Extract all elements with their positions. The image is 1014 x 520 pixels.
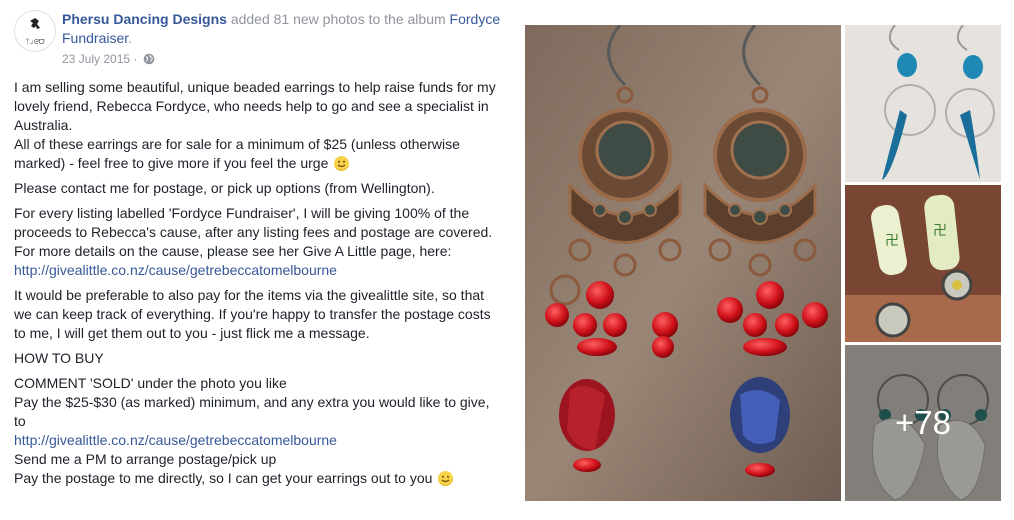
page-name-link[interactable]: Phersu Dancing Designs bbox=[62, 11, 227, 27]
post-paragraph: It would be preferable to also pay for t… bbox=[14, 286, 499, 343]
step-text: Pay the $25-$30 (as marked) minimum, and… bbox=[14, 394, 490, 429]
body-text: I am selling some beautiful, unique bead… bbox=[14, 79, 496, 133]
givealittle-link[interactable]: http://givealittle.co.nz/cause/getrebecc… bbox=[14, 432, 337, 448]
post-header: ᛉ⅃ᘓᗜ Phersu Dancing Designs added 81 new… bbox=[14, 10, 504, 70]
step-text: COMMENT 'SOLD' under the photo you like bbox=[14, 375, 287, 391]
post-paragraph: HOW TO BUY bbox=[14, 349, 499, 368]
post-paragraph: Please contact me for postage, or pick u… bbox=[14, 179, 499, 198]
svg-text:卍: 卍 bbox=[885, 233, 899, 249]
smile-emoji-icon bbox=[438, 471, 454, 486]
post-date[interactable]: 23 July 2015 bbox=[62, 52, 130, 66]
body-text: For every listing labelled 'Fordyce Fund… bbox=[14, 205, 493, 240]
post-body: I am selling some beautiful, unique bead… bbox=[14, 78, 499, 494]
svg-text:卍: 卍 bbox=[933, 223, 947, 239]
main-photo-earrings[interactable] bbox=[525, 25, 841, 501]
post-paragraph: For every listing labelled 'Fordyce Fund… bbox=[14, 204, 499, 280]
body-text: All of these earrings are for sale for a… bbox=[14, 136, 460, 171]
body-text: For more details on the cause, please se… bbox=[14, 243, 452, 259]
page-avatar[interactable]: ᛉ⅃ᘓᗜ bbox=[14, 10, 56, 52]
more-photos-overlay[interactable]: +78 bbox=[845, 345, 1001, 501]
globe-icon[interactable] bbox=[143, 53, 155, 65]
post-paragraph: COMMENT 'SOLD' under the photo you like … bbox=[14, 374, 499, 488]
smile-emoji-icon bbox=[334, 156, 350, 171]
thumbnail-photo-blue-earrings[interactable] bbox=[845, 25, 1001, 182]
meta-separator: · bbox=[130, 52, 141, 66]
post-paragraph: I am selling some beautiful, unique bead… bbox=[14, 78, 499, 173]
step-text: Send me a PM to arrange postage/pick up bbox=[14, 451, 277, 467]
body-text: Please contact me for postage, or pick u… bbox=[14, 180, 435, 196]
givealittle-link[interactable]: http://givealittle.co.nz/cause/getrebecc… bbox=[14, 262, 337, 278]
how-to-buy-heading: HOW TO BUY bbox=[14, 350, 104, 366]
post-meta: 23 July 2015 · bbox=[62, 51, 155, 67]
body-text: It would be preferable to also pay for t… bbox=[14, 287, 491, 341]
post-action-text: added 81 new photos to the album bbox=[226, 11, 450, 27]
step-text: Pay the postage to me directly, so I can… bbox=[14, 470, 433, 486]
svg-text:ᛉ⅃ᘓᗜ: ᛉ⅃ᘓᗜ bbox=[25, 38, 44, 46]
post-headline: Phersu Dancing Designs added 81 new phot… bbox=[62, 11, 501, 46]
thumbnail-photo-green-earrings[interactable]: 卍 卍 bbox=[845, 185, 1001, 342]
